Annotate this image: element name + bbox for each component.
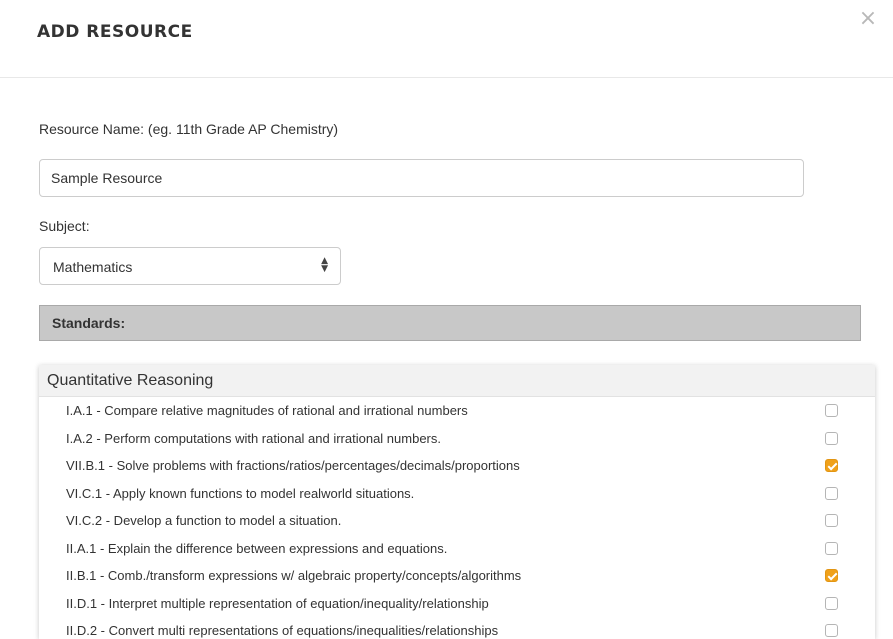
standard-label: II.D.1 - Interpret multiple representati… — [66, 595, 489, 611]
standard-checkbox[interactable] — [825, 431, 838, 445]
standard-row[interactable]: II.A.1 - Explain the difference between … — [39, 535, 875, 563]
resource-name-input[interactable] — [39, 159, 804, 197]
standards-header-label: Standards: — [52, 315, 126, 331]
standard-checkbox[interactable] — [825, 569, 838, 582]
standards-list-panel[interactable]: Quantitative Reasoning I.A.1 - Compare r… — [39, 365, 875, 639]
standard-label: VI.C.1 - Apply known functions to model … — [66, 485, 415, 501]
standard-label: I.A.1 - Compare relative magnitudes of r… — [66, 403, 468, 418]
subject-select[interactable]: Mathematics ▲ ▼ — [39, 247, 341, 285]
standards-list: I.A.1 - Compare relative magnitudes of r… — [39, 397, 875, 639]
standard-label: II.D.2 - Convert multi representations o… — [66, 623, 499, 638]
standard-row[interactable]: II.D.1 - Interpret multiple representati… — [39, 590, 875, 618]
resource-name-label: Resource Name: (eg. 11th Grade AP Chemis… — [39, 121, 339, 137]
standard-row[interactable]: VI.C.1 - Apply known functions to model … — [39, 480, 875, 508]
standard-row[interactable]: VI.C.2 - Develop a function to model a s… — [39, 507, 875, 535]
select-arrows-icon: ▲ ▼ — [321, 256, 328, 274]
standard-label: II.A.1 - Explain the difference between … — [66, 540, 448, 556]
standard-row[interactable]: I.A.1 - Compare relative magnitudes of r… — [39, 397, 875, 425]
standard-label: VII.B.1 - Solve problems with fractions/… — [66, 458, 520, 473]
standard-row[interactable]: II.D.2 - Convert multi representations o… — [39, 617, 875, 639]
close-icon[interactable]: × — [856, 8, 880, 32]
modal-title: ADD RESOURCE — [37, 22, 193, 42]
standard-label: II.B.1 - Comb./transform expressions w/ … — [66, 568, 522, 583]
standard-label: VI.C.2 - Develop a function to model a s… — [66, 513, 342, 528]
standard-row[interactable]: I.A.2 - Perform computations with ration… — [39, 425, 875, 453]
subject-select-value: Mathematics — [53, 259, 133, 275]
standard-checkbox[interactable] — [825, 486, 838, 500]
standard-checkbox[interactable] — [825, 596, 838, 610]
standard-checkbox[interactable] — [825, 514, 838, 527]
standard-label: I.A.2 - Perform computations with ration… — [66, 430, 442, 446]
standards-header: Standards: — [39, 305, 861, 341]
standard-checkbox[interactable] — [825, 624, 838, 637]
standard-row[interactable]: II.B.1 - Comb./transform expressions w/ … — [39, 562, 875, 590]
standard-checkbox[interactable] — [825, 404, 838, 417]
modal-header: ADD RESOURCE × — [0, 0, 893, 78]
standard-checkbox[interactable] — [825, 459, 838, 472]
standards-group-header: Quantitative Reasoning — [39, 365, 875, 397]
standard-checkbox[interactable] — [825, 541, 838, 555]
standard-row[interactable]: VII.B.1 - Solve problems with fractions/… — [39, 452, 875, 480]
subject-label: Subject: — [39, 218, 90, 234]
